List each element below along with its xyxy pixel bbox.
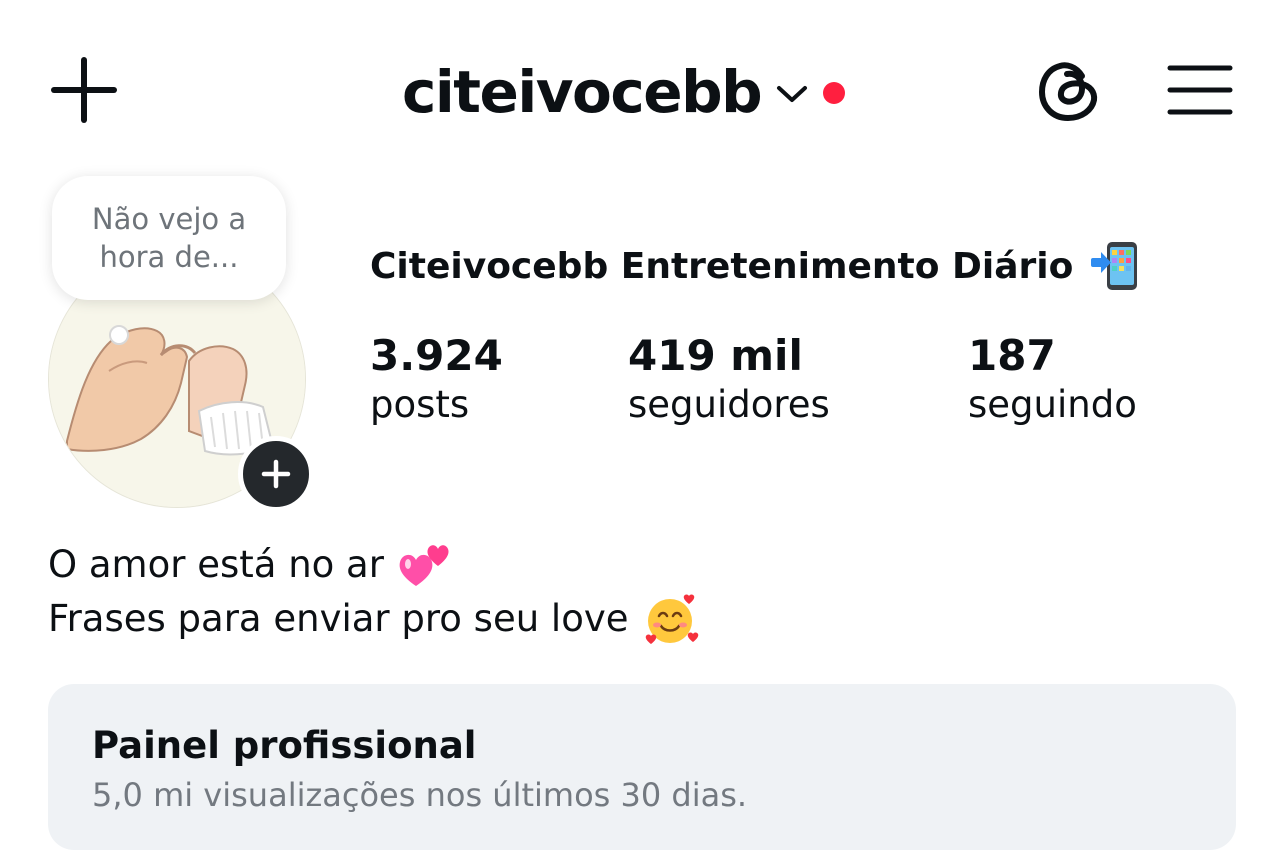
top-bar: citeivocebb [0, 0, 1284, 180]
username-title: citeivocebb [402, 58, 763, 126]
stat-following[interactable]: 187 seguindo [968, 330, 1137, 428]
bio-line-2-text: Frases para enviar pro seu love [48, 597, 629, 640]
note-text: Não vejo a hora de... [91, 202, 247, 274]
display-name: Citeivocebb Entretenimento Diário [370, 240, 1141, 292]
create-button[interactable] [50, 56, 118, 124]
menu-button[interactable] [1164, 60, 1236, 120]
bio: O amor está no ar Frases para enviar pro… [48, 538, 699, 646]
note-bubble[interactable]: Não vejo a hora de... [52, 176, 286, 300]
bio-line-1: O amor está no ar [48, 538, 699, 592]
plus-icon [261, 459, 291, 489]
followers-label: seguidores [628, 383, 830, 426]
professional-dashboard-card[interactable]: Painel profissional 5,0 mi visualizações… [48, 684, 1236, 850]
add-story-button[interactable] [238, 436, 314, 512]
notification-dot [823, 82, 846, 104]
posts-count: 3.924 [370, 331, 503, 380]
following-label: seguindo [968, 383, 1137, 426]
threads-icon [1039, 62, 1098, 121]
chevron-down-icon [777, 86, 808, 102]
following-count: 187 [968, 331, 1056, 380]
professional-dashboard-title: Painel profissional [92, 724, 477, 767]
followers-count: 419 mil [628, 331, 803, 380]
stat-posts[interactable]: 3.924 posts [370, 330, 503, 428]
account-switcher[interactable]: citeivocebb [402, 54, 846, 130]
hamburger-menu-icon [1167, 65, 1233, 115]
bio-line-1-text: O amor está no ar [48, 543, 384, 586]
threads-button[interactable] [1032, 54, 1104, 126]
display-name-text: Citeivocebb Entretenimento Diário [370, 245, 1074, 287]
professional-dashboard-subtitle: 5,0 mi visualizações nos últimos 30 dias… [92, 776, 748, 814]
smiling-face-with-hearts-emoji [645, 594, 698, 644]
posts-label: posts [370, 383, 470, 426]
bio-line-2: Frases para enviar pro seu love [48, 592, 699, 646]
plus-icon [51, 57, 117, 123]
mobile-phone-arrow-emoji [1091, 242, 1138, 290]
stat-followers[interactable]: 419 mil seguidores [628, 330, 830, 428]
two-hearts-emoji [399, 545, 449, 586]
